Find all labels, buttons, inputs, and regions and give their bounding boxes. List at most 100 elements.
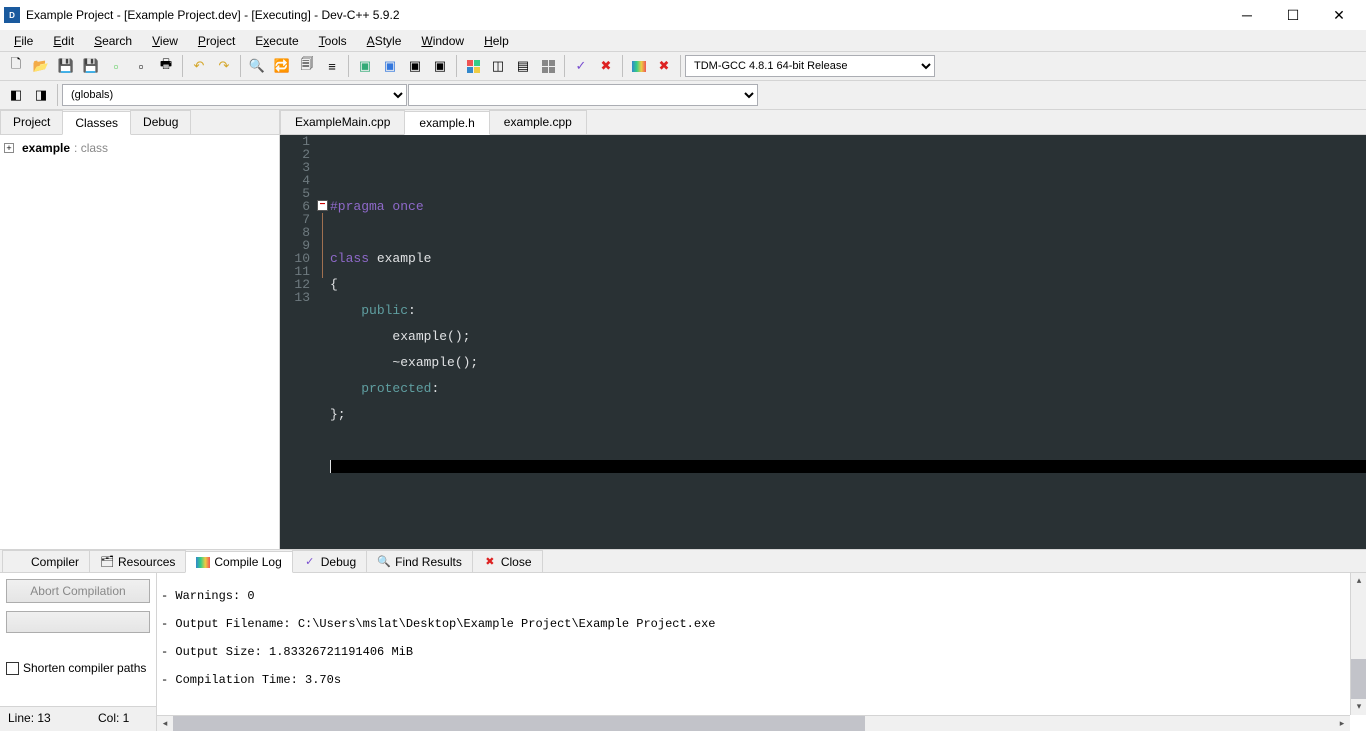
aux-button[interactable] [6,611,150,633]
app-icon: D [4,7,20,23]
run-button[interactable]: ▣ [378,54,402,78]
x-icon: ✖ [483,555,497,569]
debug-button[interactable]: ✓ [569,54,593,78]
close-button[interactable]: ✕ [1316,0,1362,30]
new-template-button[interactable]: ◫ [486,54,510,78]
grid-icon [13,555,27,569]
btab-compile-log[interactable]: Compile Log [185,551,292,573]
tab-debug[interactable]: Debug [130,110,191,134]
new-file-button[interactable]: 🗋 [4,54,28,78]
delete-profile-button[interactable]: ✖ [652,54,676,78]
menu-search[interactable]: Search [84,32,142,50]
scrollbar-horizontal[interactable]: ◂▸ [157,715,1350,731]
compile-run-icon: ▣ [409,58,421,74]
save-all-button[interactable]: 💾 [79,54,103,78]
toggle-button[interactable] [536,54,560,78]
code-content[interactable]: #pragma once class example { public: exa… [330,135,1366,549]
redo-button[interactable]: ↷ [212,54,236,78]
scroll-left-icon[interactable]: ◂ [157,716,173,731]
menu-view[interactable]: View [142,32,188,50]
save-button[interactable]: 💾 [54,54,78,78]
btab-close[interactable]: ✖Close [472,550,543,572]
scrollbar-thumb-h[interactable] [173,716,865,731]
separator-icon [57,84,58,106]
editor-tab-2[interactable]: example.cpp [489,110,587,134]
class-tree[interactable]: + example : class [0,134,279,549]
close-all-button[interactable]: ▫ [129,54,153,78]
find-button[interactable]: 🔍 [245,54,269,78]
window-title: Example Project - [Example Project.dev] … [26,8,1224,22]
insert-button[interactable]: ▤ [511,54,535,78]
replace-button[interactable]: 🔁 [270,54,294,78]
template-icon: ◫ [492,58,504,74]
scrollbar-thumb[interactable] [1351,659,1366,699]
compiler-select[interactable]: TDM-GCC 4.8.1 64-bit Release [685,55,935,77]
code-editor[interactable]: 12345678910111213 − #pragma once class e… [280,135,1366,549]
shorten-paths-label: Shorten compiler paths [23,661,146,675]
menu-bar: File Edit Search View Project Execute To… [0,30,1366,52]
maximize-button[interactable]: ☐ [1270,0,1316,30]
menu-execute[interactable]: Execute [245,32,308,50]
undo-button[interactable]: ↶ [187,54,211,78]
app-window: D Example Project - [Example Project.dev… [0,0,1366,728]
replace-icon: 🔁 [274,58,290,74]
btab-find-results[interactable]: 🔍Find Results [366,550,473,572]
fold-marker[interactable]: − [317,200,328,211]
menu-astyle[interactable]: AStyle [357,32,412,50]
scrollbar-vertical[interactable]: ▴▾ [1350,573,1366,715]
menu-edit[interactable]: Edit [43,32,84,50]
grid2-icon [542,60,555,73]
symbol-select[interactable] [408,84,758,106]
editor-tab-0[interactable]: ExampleMain.cpp [280,110,405,134]
scope-select[interactable]: (globals) [62,84,407,106]
grid-icon [467,60,480,73]
title-bar: D Example Project - [Example Project.dev… [0,0,1366,30]
tab-classes[interactable]: Classes [62,111,131,135]
fold-column: − [316,135,330,549]
scroll-right-icon[interactable]: ▸ [1334,716,1350,731]
goto-impl-button[interactable]: ◨ [29,83,53,107]
menu-file[interactable]: File [4,32,43,50]
editor-tab-1[interactable]: example.h [404,111,489,135]
compile-button[interactable]: ▣ [353,54,377,78]
separator-icon [456,55,457,77]
compile-log-output[interactable]: - Warnings: 0 - Output Filename: C:\User… [156,573,1366,731]
goto-line-button[interactable]: ≡ [320,54,344,78]
bottom-panel: Compiler 🗂Resources Compile Log ✓Debug 🔍… [0,549,1366,706]
insert-icon: ▤ [517,58,529,74]
shorten-paths-checkbox[interactable]: Shorten compiler paths [6,661,150,675]
new-class-button[interactable] [461,54,485,78]
menu-window[interactable]: Window [411,32,474,50]
scroll-down-icon[interactable]: ▾ [1351,699,1366,715]
expand-icon[interactable]: + [4,143,14,153]
abort-compilation-button[interactable]: Abort Compilation [6,579,150,603]
stop-button[interactable]: ✖ [594,54,618,78]
separator-icon [622,55,623,77]
scroll-up-icon[interactable]: ▴ [1351,573,1366,589]
tab-project[interactable]: Project [0,110,63,134]
editor-tabs: ExampleMain.cpp example.h example.cpp [280,110,1366,135]
separator-icon [680,55,681,77]
minimize-button[interactable]: ─ [1224,0,1270,30]
find-icon: 🔍 [249,58,265,74]
tree-node-name: example [22,141,70,155]
btab-debug[interactable]: ✓Debug [292,550,367,572]
menu-tools[interactable]: Tools [309,32,357,50]
btab-resources[interactable]: 🗂Resources [89,550,186,572]
profile-button[interactable] [627,54,651,78]
save-all-icon: 💾 [83,58,99,74]
close-file-button[interactable]: ▫ [104,54,128,78]
menu-help[interactable]: Help [474,32,519,50]
rebuild-button[interactable]: ▣ [428,54,452,78]
resources-icon: 🗂 [100,555,114,569]
btab-compiler[interactable]: Compiler [2,550,90,572]
compile-run-button[interactable]: ▣ [403,54,427,78]
tree-node-example[interactable]: + example : class [4,139,275,157]
close-all-icon: ▫ [139,59,144,74]
find-in-files-button[interactable]: 🗐 [295,54,319,78]
print-button[interactable]: 🖶 [154,54,178,78]
menu-project[interactable]: Project [188,32,245,50]
goto-decl-button[interactable]: ◧ [4,83,28,107]
open-button[interactable]: 📂 [29,54,53,78]
checkbox-icon [6,662,19,675]
